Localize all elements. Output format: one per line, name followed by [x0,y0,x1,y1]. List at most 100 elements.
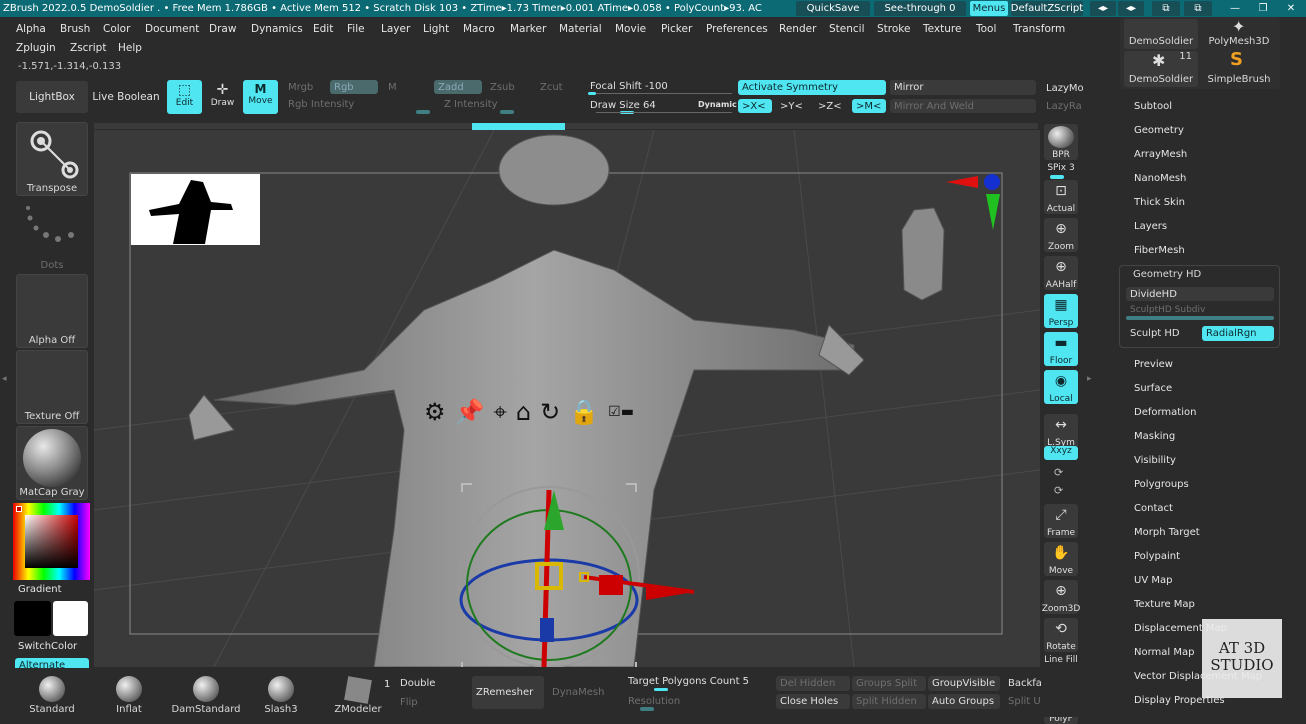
resolution-knob[interactable] [640,707,654,711]
panel-nanomesh[interactable]: NanoMesh [1134,173,1186,184]
tool-actual[interactable]: ⊡ Actual [1044,180,1078,214]
z-symmetry-button[interactable]: >Z< [814,99,848,113]
rgb-button[interactable]: Rgb [330,80,378,94]
tool-frame[interactable]: ⤢ Frame [1044,504,1078,538]
menu-zscript[interactable]: Zscript [70,42,106,54]
backface-button[interactable]: Backfa [1004,676,1044,691]
zcut-button[interactable]: Zcut [536,80,580,94]
menu-texture[interactable]: Texture [923,23,961,35]
window-tile-icon[interactable]: ⧉ [1152,1,1180,16]
secondary-color-swatch[interactable] [53,601,88,636]
activate-symmetry-button[interactable]: Activate Symmetry [738,80,886,95]
target-polygons-slider[interactable]: Target Polygons Count 5 [624,674,772,688]
tool-thumb-demosoldier-11[interactable]: ✱ 11 DemoSoldier [1124,51,1198,87]
lazymouse-button[interactable]: LazyMo [1042,81,1084,95]
live-boolean-button[interactable]: Live Boolean [92,81,160,113]
tool-linefill[interactable]: Line Fill [1044,655,1078,669]
texture-tile[interactable]: Texture Off [16,350,88,424]
move-button[interactable]: M Move [243,80,278,114]
reset-icon[interactable]: ↻ [540,398,560,426]
primary-color-swatch[interactable] [14,601,51,636]
rgb-intensity-slider[interactable]: Rgb Intensity [284,98,430,110]
groups-split-button[interactable]: Groups Split [852,676,926,691]
window-restore-icon[interactable]: ⧉ [1184,1,1212,16]
stroke-dots-tile[interactable]: Dots [16,198,88,272]
split-hidden-button[interactable]: Split Hidden [852,694,926,709]
zsub-button[interactable]: Zsub [486,80,532,94]
sculpthd-subdiv-slider[interactable]: SculptHD Subdiv [1126,304,1274,316]
panel-uv-map[interactable]: UV Map [1134,575,1172,586]
menu-brush[interactable]: Brush [60,23,90,35]
tool-aahalf[interactable]: ⊕ AAHalf [1044,256,1078,290]
lock-icon[interactable]: 🔒 [569,398,599,426]
menu-marker[interactable]: Marker [510,23,546,35]
alpha-tile[interactable]: Alpha Off [16,274,88,348]
panel-morph-target[interactable]: Morph Target [1134,527,1200,538]
menu-tool[interactable]: Tool [976,23,996,35]
menu-help[interactable]: Help [118,42,142,54]
panel-deformation[interactable]: Deformation [1134,407,1196,418]
mirror-and-weld-button[interactable]: Mirror And Weld [890,99,1036,113]
gradient-label[interactable]: Gradient [18,584,62,595]
tool-thumb-demosoldier[interactable]: DemoSoldier [1124,19,1198,49]
tool-spix[interactable]: SPix 3 [1044,163,1078,179]
tool-move[interactable]: ✋ Move [1044,542,1078,576]
panel-preview[interactable]: Preview [1134,359,1173,370]
panel-geometry[interactable]: Geometry [1134,125,1184,136]
flip-toggle[interactable]: Flip [396,694,468,710]
tool-local[interactable]: ◉ Local [1044,370,1078,404]
menu-document[interactable]: Document [145,23,199,35]
menu-layer[interactable]: Layer [381,23,410,35]
right-collapse-icon[interactable]: ▸ [1087,374,1092,384]
brush-inflat[interactable]: Inflat [93,672,165,717]
panel-surface[interactable]: Surface [1134,383,1172,394]
m-button[interactable]: M [384,80,408,94]
double-toggle[interactable]: Double [396,675,468,691]
color-picker[interactable] [13,503,90,580]
panel-texture-map[interactable]: Texture Map [1134,599,1195,610]
z-intensity-knob[interactable] [500,110,514,114]
menu-zplugin[interactable]: Zplugin [16,42,56,54]
menu-dynamics[interactable]: Dynamics [251,23,303,35]
switchcolor-button[interactable]: SwitchColor [18,641,77,652]
tool-xyz[interactable]: Xxyz [1044,446,1078,460]
tool-bpr[interactable]: BPR [1044,124,1078,160]
menu-stroke[interactable]: Stroke [877,23,910,35]
tool-rotate[interactable]: ⟲ Rotate [1044,618,1078,652]
geometry-hd-title[interactable]: Geometry HD [1133,269,1201,280]
silhouette-thumbnail[interactable] [131,174,260,245]
rgb-intensity-knob[interactable] [416,110,430,114]
viewport-canvas[interactable]: ⚙ 📌 ⌖ ⌂ ↻ 🔒 ☑▬ [94,130,1040,667]
panel-contact[interactable]: Contact [1134,503,1173,514]
menu-file[interactable]: File [347,23,365,35]
menus-button[interactable]: Menus [970,1,1008,16]
menu-draw[interactable]: Draw [209,23,236,35]
draw-button[interactable]: ✛ Draw [205,80,240,114]
rotate-axis-icon[interactable]: ⟳ [1054,466,1063,479]
m-symmetry-button[interactable]: >M< [852,99,886,113]
sculpt-hd-button[interactable]: Sculpt HD [1126,326,1200,341]
x-symmetry-button[interactable]: >X< [738,99,772,113]
menu-movie[interactable]: Movie [615,23,646,35]
menu-render[interactable]: Render [779,23,816,35]
panel-polygroups[interactable]: Polygroups [1134,479,1189,490]
brush-standard[interactable]: Standard [16,672,88,717]
panel-arraymesh[interactable]: ArrayMesh [1134,149,1187,160]
panel-masking[interactable]: Masking [1134,431,1175,442]
pin-icon[interactable]: 📌 [455,398,485,426]
menu-stencil[interactable]: Stencil [829,23,865,35]
panel-polypaint[interactable]: Polypaint [1134,551,1180,562]
radialrgn-button[interactable]: RadialRgn [1202,326,1274,341]
focal-shift-slider[interactable]: Focal Shift -100 [586,79,734,93]
transpose-tile[interactable]: Transpose [16,122,88,196]
resolution-slider[interactable]: Resolution [624,694,772,708]
z-intensity-slider[interactable]: Z Intensity [440,98,580,110]
tool-lsym[interactable]: ↔ L.Sym [1044,414,1078,448]
menu-picker[interactable]: Picker [661,23,692,35]
menu-edit[interactable]: Edit [313,23,333,35]
quicksave-button[interactable]: QuickSave [796,1,870,16]
mirror-button[interactable]: Mirror [890,80,1036,95]
menu-material[interactable]: Material [559,23,602,35]
brush-damstandard[interactable]: DamStandard [170,672,242,717]
panel-fibermesh[interactable]: FiberMesh [1134,245,1185,256]
